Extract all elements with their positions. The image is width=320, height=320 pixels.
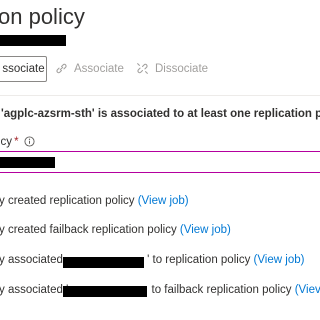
associate-disabled-label: Associate	[74, 63, 124, 75]
redacted-name	[63, 286, 147, 297]
associate-button[interactable]: ssociate	[0, 56, 47, 82]
page-title: on policy	[0, 4, 85, 29]
redacted-name	[63, 257, 144, 268]
status-message-3: y associated ' to replication policy (Vi…	[0, 254, 304, 266]
unlink-icon	[137, 63, 148, 75]
status-message-1: y created replication policy (View job)	[0, 195, 189, 207]
redacted-field-value	[0, 157, 55, 168]
view-job-link[interactable]: (View job)	[138, 195, 189, 207]
redacted-subtitle	[0, 35, 66, 46]
info-message: 'agplc-azsrm-sth' is associated to at le…	[1, 108, 320, 120]
toolbar-divider	[0, 95, 320, 96]
status-message-2: y created failback replication policy (V…	[0, 224, 231, 236]
required-mark: *	[14, 136, 19, 148]
info-icon[interactable]	[24, 136, 35, 150]
view-job-link[interactable]: (Viev	[295, 284, 320, 296]
view-job-link[interactable]: (View job)	[254, 254, 305, 266]
dissociate-button[interactable]: Dissociate	[136, 56, 208, 82]
policy-field-label: icy*	[0, 136, 35, 150]
status-message-4: y associated ' to failback replication p…	[0, 284, 320, 296]
link-icon	[56, 64, 67, 74]
status-suffix: to failback replication policy	[148, 284, 295, 296]
status-prefix: y associated '	[0, 284, 69, 296]
page: on policy ssociate Associate Dissociate …	[0, 0, 320, 320]
policy-label-text: icy	[0, 136, 13, 148]
status-prefix: y associated	[0, 254, 67, 266]
dissociate-label: Dissociate	[155, 63, 209, 75]
status-text: y created failback replication policy	[0, 224, 180, 236]
view-job-link[interactable]: (View job)	[180, 224, 231, 236]
associate-disabled-button[interactable]: Associate	[55, 56, 124, 82]
status-text: y created replication policy	[0, 195, 138, 207]
status-suffix: ' to replication policy	[147, 254, 254, 266]
